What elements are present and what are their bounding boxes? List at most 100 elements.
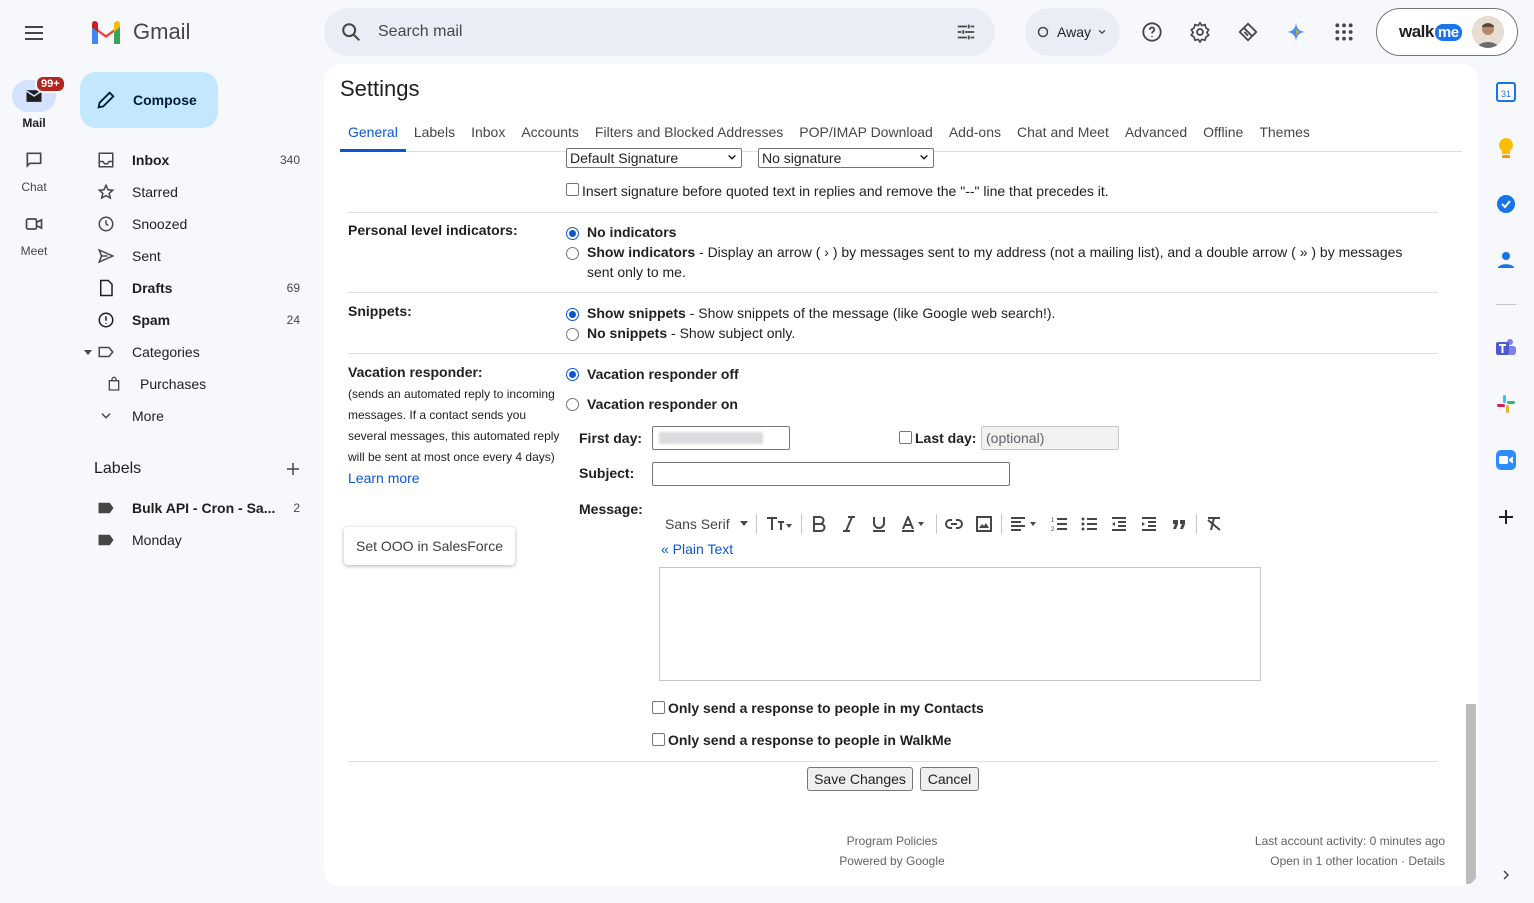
- text-color-button[interactable]: [894, 510, 934, 538]
- nav-snoozed[interactable]: Snoozed: [80, 208, 316, 240]
- subject-input[interactable]: [652, 462, 1010, 486]
- show-snippets-title: Show snippets: [587, 305, 686, 321]
- align-button[interactable]: [1004, 510, 1044, 538]
- scrollbar[interactable]: [1466, 704, 1476, 884]
- search-input[interactable]: [378, 23, 938, 41]
- tab-filters[interactable]: Filters and Blocked Addresses: [587, 112, 791, 152]
- nav-purchases[interactable]: Purchases: [80, 368, 316, 400]
- keep-app-button[interactable]: [1494, 136, 1518, 160]
- tab-inbox[interactable]: Inbox: [463, 112, 513, 152]
- nav-starred[interactable]: Starred: [80, 176, 316, 208]
- rail-mail[interactable]: 99+ Mail: [0, 75, 68, 130]
- tab-themes[interactable]: Themes: [1251, 112, 1318, 152]
- spam-icon: [98, 312, 114, 328]
- text-size-button[interactable]: [759, 510, 799, 538]
- status-away-button[interactable]: Away: [1025, 8, 1120, 56]
- remove-formatting-button[interactable]: [1199, 510, 1229, 538]
- last-day-checkbox[interactable]: [899, 431, 912, 444]
- no-snippets-desc: - Show subject only.: [667, 325, 796, 341]
- get-addons-button[interactable]: [1494, 505, 1518, 529]
- insert-image-button[interactable]: [969, 510, 999, 538]
- italic-button[interactable]: [834, 510, 864, 538]
- bold-button[interactable]: [804, 510, 834, 538]
- show-indicators-radio[interactable]: [566, 247, 579, 260]
- cancel-button[interactable]: Cancel: [920, 767, 979, 791]
- nav-more[interactable]: More: [80, 400, 316, 432]
- last-day-input[interactable]: (optional): [981, 426, 1119, 450]
- signature-new-email-select[interactable]: Default Signature: [566, 148, 742, 168]
- gmail-logo[interactable]: [90, 20, 122, 44]
- other-location-details-link[interactable]: Open in 1 other location · Details: [1144, 851, 1445, 871]
- gear-icon: [1190, 21, 1210, 43]
- tab-offline[interactable]: Offline: [1195, 112, 1251, 152]
- slack-addon-button[interactable]: [1494, 392, 1518, 416]
- only-org-checkbox[interactable]: [652, 733, 665, 746]
- tab-advanced[interactable]: Advanced: [1117, 112, 1195, 152]
- indent-more-button[interactable]: [1134, 510, 1164, 538]
- compose-button[interactable]: Compose: [80, 72, 218, 128]
- signature-reply-select[interactable]: No signature: [758, 148, 934, 168]
- gmail-logo-text: Gmail: [133, 19, 191, 44]
- teams-addon-button[interactable]: [1494, 336, 1518, 360]
- search-bar[interactable]: [324, 8, 995, 56]
- rail-meet[interactable]: Meet: [0, 208, 68, 258]
- link-button[interactable]: [939, 510, 969, 538]
- tab-accounts[interactable]: Accounts: [513, 112, 587, 152]
- font-select-value: Sans Serif: [665, 516, 730, 532]
- powered-by-google: Powered by Google: [839, 854, 945, 868]
- rail-chat[interactable]: Chat: [0, 144, 68, 194]
- vacation-on-radio[interactable]: [566, 398, 579, 411]
- tab-labels[interactable]: Labels: [406, 112, 463, 152]
- insert-signature-before-checkbox[interactable]: [566, 183, 579, 196]
- show-snippets-radio[interactable]: [566, 308, 579, 321]
- save-changes-button[interactable]: Save Changes: [807, 767, 913, 791]
- program-policies-link[interactable]: Program Policies: [792, 831, 992, 851]
- font-select[interactable]: Sans Serif: [659, 516, 754, 532]
- label-bulk-api[interactable]: Bulk API - Cron - Sa... 2: [80, 492, 316, 524]
- message-editor[interactable]: [659, 567, 1261, 681]
- nav-categories[interactable]: Categories: [80, 336, 316, 368]
- no-snippets-radio[interactable]: [566, 328, 579, 341]
- nav-inbox[interactable]: Inbox 340: [80, 144, 316, 176]
- underline-button[interactable]: [864, 510, 894, 538]
- calendar-app-button[interactable]: 31: [1494, 80, 1518, 104]
- vacation-learn-more-link[interactable]: Learn more: [348, 468, 420, 488]
- gemini-button[interactable]: [1276, 12, 1316, 52]
- nav-inbox-count: 340: [279, 153, 300, 167]
- vacation-off-radio[interactable]: [566, 368, 579, 381]
- google-apps-button[interactable]: [1324, 12, 1364, 52]
- settings-button[interactable]: [1180, 12, 1220, 52]
- nav-sent[interactable]: Sent: [80, 240, 316, 272]
- toolbar-divider: [755, 514, 757, 534]
- main-menu-button[interactable]: [22, 21, 46, 45]
- extensions-button[interactable]: [1228, 12, 1268, 52]
- tab-general[interactable]: General: [340, 112, 406, 152]
- bulleted-list-button[interactable]: [1074, 510, 1104, 538]
- walkme-tooltip-set-ooo[interactable]: Set OOO in SalesForce: [344, 527, 516, 565]
- create-label-button[interactable]: [284, 460, 302, 478]
- quote-button[interactable]: [1164, 510, 1194, 538]
- tasks-app-button[interactable]: [1494, 192, 1518, 216]
- hide-side-panel-button[interactable]: [1494, 863, 1518, 887]
- zoom-addon-button[interactable]: [1494, 448, 1518, 472]
- message-label: Message:: [579, 499, 643, 519]
- indent-less-button[interactable]: [1104, 510, 1134, 538]
- plus-icon: [287, 463, 299, 475]
- divider: [348, 212, 1438, 213]
- tab-addons[interactable]: Add-ons: [941, 112, 1009, 152]
- support-button[interactable]: [1132, 12, 1172, 52]
- account-button[interactable]: walk me: [1376, 8, 1518, 56]
- tab-pop-imap[interactable]: POP/IMAP Download: [791, 112, 941, 152]
- no-indicators-radio[interactable]: [566, 227, 579, 240]
- search-options-icon[interactable]: [955, 21, 977, 43]
- nav-spam[interactable]: Spam 24: [80, 304, 316, 336]
- contacts-app-button[interactable]: [1494, 248, 1518, 272]
- plain-text-link[interactable]: « Plain Text: [661, 539, 733, 559]
- text-color-icon: [901, 516, 924, 532]
- nav-drafts[interactable]: Drafts 69: [80, 272, 316, 304]
- first-day-input[interactable]: [652, 426, 790, 450]
- tab-chat-meet[interactable]: Chat and Meet: [1009, 112, 1117, 152]
- only-contacts-checkbox[interactable]: [652, 701, 665, 714]
- label-monday[interactable]: Monday: [80, 524, 316, 556]
- numbered-list-button[interactable]: 12: [1044, 510, 1074, 538]
